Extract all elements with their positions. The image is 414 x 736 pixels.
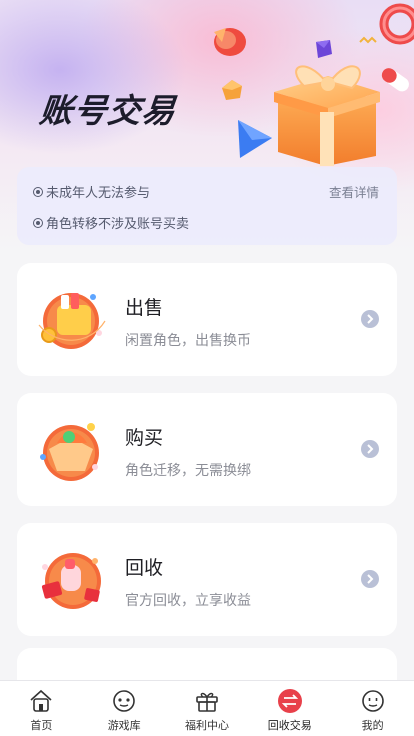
chevron-right-icon bbox=[361, 440, 379, 458]
recycle-icon bbox=[35, 545, 109, 615]
bullet-icon bbox=[33, 186, 43, 197]
card-subtitle: 角色迁移，无需换绑 bbox=[125, 463, 251, 479]
tab-game-library[interactable]: 游戏库 bbox=[83, 681, 166, 736]
gift-box-illustration bbox=[274, 65, 380, 166]
profile-icon bbox=[359, 687, 387, 715]
chevron-right-icon bbox=[361, 310, 379, 328]
tab-label: 福利中心 bbox=[184, 719, 229, 732]
buy-card[interactable]: 购买 角色迁移，无需换绑 bbox=[17, 393, 397, 506]
card-title: 出售 bbox=[125, 297, 164, 319]
exchange-icon bbox=[276, 687, 304, 715]
notice-line-minors: 未成年人无法参与 bbox=[33, 182, 150, 201]
chevron-right-icon bbox=[361, 570, 379, 588]
buy-icon bbox=[35, 415, 109, 485]
notice-text: 角色转移不涉及账号买卖 bbox=[46, 217, 190, 232]
tab-profile[interactable]: 我的 bbox=[331, 681, 414, 736]
notice-panel: 未成年人无法参与 角色转移不涉及账号买卖 查看详情 bbox=[17, 167, 397, 245]
card-subtitle: 官方回收，立享收益 bbox=[125, 593, 251, 609]
card-subtitle: 闲置角色，出售换币 bbox=[125, 333, 251, 349]
red-cone-decoration bbox=[214, 28, 246, 56]
tab-welfare-center[interactable]: 福利中心 bbox=[166, 681, 249, 736]
notice-line-transfer: 角色转移不涉及账号买卖 bbox=[33, 213, 189, 232]
gift-icon bbox=[193, 687, 221, 715]
sell-icon bbox=[35, 285, 109, 355]
page-title: 账号交易 bbox=[37, 91, 178, 130]
game-library-icon bbox=[110, 687, 138, 715]
card-title: 购买 bbox=[125, 427, 164, 449]
home-icon bbox=[27, 687, 55, 715]
tab-label: 我的 bbox=[361, 719, 384, 732]
red-ring-decoration bbox=[379, 3, 414, 45]
view-details-link[interactable]: 查看详情 bbox=[329, 182, 379, 201]
bullet-icon bbox=[33, 217, 43, 228]
sell-card[interactable]: 出售 闲置角色，出售换币 bbox=[17, 263, 397, 376]
orange-cube-decoration bbox=[222, 80, 242, 100]
bottom-tab-bar: 首页 游戏库 福利中心 回收交易 我的 bbox=[0, 680, 414, 736]
tab-recycle-trade[interactable]: 回收交易 bbox=[248, 681, 331, 736]
tab-home[interactable]: 首页 bbox=[0, 681, 83, 736]
notice-text: 未成年人无法参与 bbox=[46, 186, 151, 201]
recycle-card[interactable]: 回收 官方回收，立享收益 bbox=[17, 523, 397, 636]
tab-label: 回收交易 bbox=[267, 719, 312, 732]
tab-label: 首页 bbox=[30, 719, 53, 732]
card-title: 回收 bbox=[125, 557, 164, 579]
tab-label: 游戏库 bbox=[107, 719, 141, 732]
